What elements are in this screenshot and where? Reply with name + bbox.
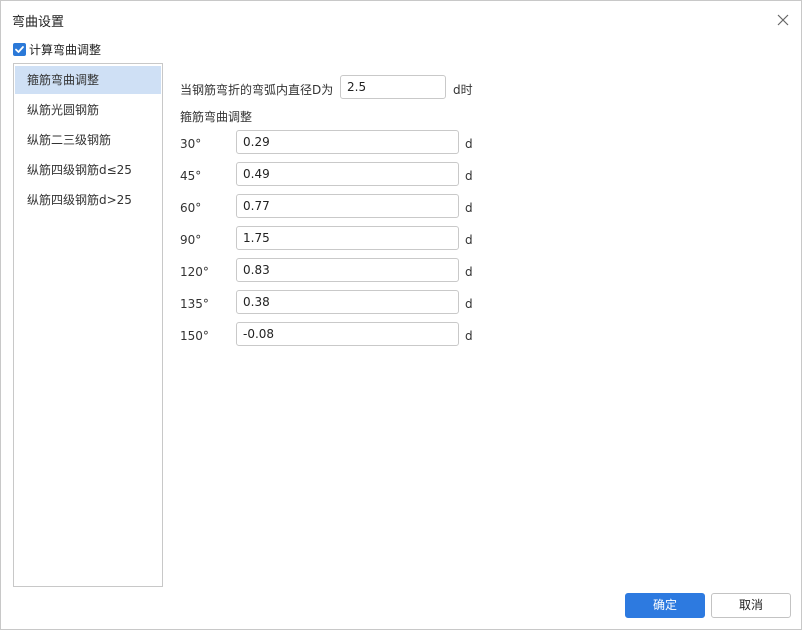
calc-bend-adjust-label: 计算弯曲调整 [29,42,102,57]
list-item-plain-round[interactable]: 纵筋光圆钢筋 [15,96,161,124]
list-item-grade-4-small[interactable]: 纵筋四级钢筋d≤25 [15,156,161,184]
angle-label: 90° [180,233,202,247]
unit-label: d [465,297,473,311]
adjust-input-120[interactable]: 0.83 [236,258,459,282]
angle-label: 120° [180,265,209,279]
adjust-input-90[interactable]: 1.75 [236,226,459,250]
adjust-input-150[interactable]: -0.08 [236,322,459,346]
angle-label: 45° [180,169,202,183]
bend-settings-dialog: 弯曲设置 计算弯曲调整 箍筋弯曲调整 纵筋光圆钢筋 纵筋二三级钢筋 纵筋四级钢筋… [0,0,802,630]
diameter-label: 当钢筋弯折的弯弧内直径D为 [180,83,334,97]
calc-bend-adjust-checkbox[interactable] [13,42,26,56]
unit-label: d [465,265,473,279]
rebar-type-list: 箍筋弯曲调整 纵筋光圆钢筋 纵筋二三级钢筋 纵筋四级钢筋d≤25 纵筋四级钢筋d… [13,63,163,587]
section-title: 箍筋弯曲调整 [180,110,253,124]
list-item-grade-4-large[interactable]: 纵筋四级钢筋d>25 [15,186,161,214]
calc-bend-adjust-row[interactable]: 计算弯曲调整 [13,40,101,58]
cancel-button[interactable]: 取消 [711,593,791,618]
diameter-unit: d时 [453,83,473,97]
adjust-input-60[interactable]: 0.77 [236,194,459,218]
adjust-input-45[interactable]: 0.49 [236,162,459,186]
angle-label: 135° [180,297,209,311]
close-icon[interactable] [773,10,793,30]
unit-label: d [465,201,473,215]
angle-label: 30° [180,137,202,151]
angle-label: 60° [180,201,202,215]
list-item-grade-2-3[interactable]: 纵筋二三级钢筋 [15,126,161,154]
unit-label: d [465,233,473,247]
unit-label: d [465,329,473,343]
unit-label: d [465,169,473,183]
diameter-input[interactable]: 2.5 [340,75,446,99]
ok-button[interactable]: 确定 [625,593,705,618]
dialog-title: 弯曲设置 [12,15,65,30]
adjust-input-135[interactable]: 0.38 [236,290,459,314]
adjust-input-30[interactable]: 0.29 [236,130,459,154]
unit-label: d [465,137,473,151]
angle-label: 150° [180,329,209,343]
list-item-stirrup-bend[interactable]: 箍筋弯曲调整 [15,66,161,94]
